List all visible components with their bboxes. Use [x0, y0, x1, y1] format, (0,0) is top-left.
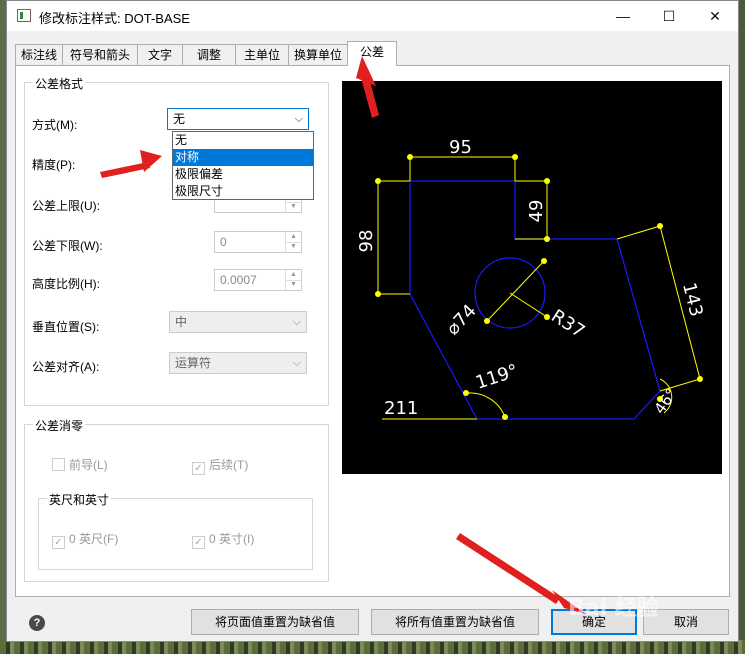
grip-point [697, 376, 703, 382]
alignment-value: 运算符 [175, 356, 212, 370]
dim-text-98: 98 [356, 230, 377, 253]
tolerance-format-title: 公差格式 [33, 75, 86, 92]
lower-limit-value: 0 [220, 235, 227, 249]
zero-feet-checkbox[interactable]: ✓ 0 英尺(F) [52, 530, 118, 549]
method-label: 方式(M): [32, 118, 78, 132]
grip-point [544, 236, 550, 242]
grip-point [657, 223, 663, 229]
spin-down-icon[interactable]: ▼ [285, 202, 301, 212]
tab-fit[interactable]: 调整 [182, 44, 236, 65]
trailing-checkbox[interactable]: ✓ 后续(T) [192, 456, 248, 475]
grip-point [407, 154, 413, 160]
dropdown-option-symmetric[interactable]: 对称 [173, 149, 313, 166]
grip-point [544, 178, 550, 184]
zero-suppression-title: 公差消零 [33, 417, 86, 434]
vertical-position-value: 中 [175, 315, 188, 329]
zero-inches-label: 0 英寸(I) [209, 532, 255, 546]
dim-text-radius: R37 [547, 306, 588, 343]
vertical-position-select[interactable]: 中 ⌵ [169, 311, 307, 333]
spin-down-icon[interactable]: ▼ [285, 280, 301, 290]
method-dropdown-list: 无 对称 极限偏差 极限尺寸 [172, 131, 314, 200]
grip-point [512, 154, 518, 160]
modify-dimension-style-dialog: 修改标注样式: DOT-BASE — ☐ ✕ 标注线 符号和箭头 文字 调整 主… [6, 0, 739, 642]
vertical-position-label: 垂直位置(S): [32, 320, 100, 334]
grip-point [375, 291, 381, 297]
minimize-button[interactable]: — [600, 1, 646, 31]
dropdown-option-none[interactable]: 无 [173, 132, 313, 149]
checkbox-box: ✓ [192, 536, 205, 549]
title-bar: 修改标注样式: DOT-BASE — ☐ ✕ [7, 1, 738, 31]
desktop-background-bottom [0, 640, 745, 654]
dim-text-95: 95 [449, 137, 472, 158]
grip-point [484, 318, 490, 324]
reset-all-button[interactable]: 将所有值重置为缺省值 [371, 609, 539, 635]
method-select[interactable]: 无 ⌵ [167, 108, 309, 130]
dim-text-diameter: ⌀74 [442, 300, 480, 339]
lower-limit-label: 公差下限(W): [32, 239, 103, 253]
chevron-down-icon: ⌵ [292, 357, 301, 369]
trailing-label: 后续(T) [209, 458, 249, 472]
maximize-button[interactable]: ☐ [646, 1, 692, 31]
zero-feet-label: 0 英尺(F) [69, 532, 119, 546]
reset-page-button[interactable]: 将页面值重置为缺省值 [191, 609, 359, 635]
grip-point [541, 258, 547, 264]
checkbox-box: ✓ [52, 536, 65, 549]
diameter-line [486, 260, 545, 322]
alignment-label: 公差对齐(A): [32, 360, 100, 374]
dim-text-angle-46: 46° [651, 385, 681, 417]
height-scale-label: 高度比例(H): [32, 277, 100, 291]
zero-inches-checkbox[interactable]: ✓ 0 英寸(I) [192, 530, 254, 549]
checkbox-box [52, 458, 65, 471]
height-scale-input[interactable]: 0.0007 ▲ ▼ [214, 269, 302, 291]
tab-text[interactable]: 文字 [137, 44, 183, 65]
upper-limit-label: 公差上限(U): [32, 199, 100, 213]
method-value: 无 [173, 112, 186, 126]
dim-text-211: 211 [384, 398, 418, 419]
dropdown-option-limits[interactable]: 极限尺寸 [173, 183, 313, 200]
close-button[interactable]: ✕ [692, 1, 738, 31]
dim-text-49: 49 [526, 200, 547, 223]
radius-line [509, 292, 548, 318]
ext-line [616, 225, 661, 240]
leading-label: 前导(L) [69, 458, 108, 472]
grip-point [463, 390, 469, 396]
preview-canvas: 95 98 49 143 ⌀74 R37 119° 46° 211 [342, 81, 722, 474]
checkbox-box: ✓ [192, 462, 205, 475]
feet-inches-title: 英尺和英寸 [47, 491, 112, 508]
leading-checkbox[interactable]: 前导(L) [52, 456, 108, 473]
grip-point [375, 178, 381, 184]
alignment-select[interactable]: 运算符 ⌵ [169, 352, 307, 374]
lower-limit-input[interactable]: 0 ▲ ▼ [214, 231, 302, 253]
height-scale-value: 0.0007 [220, 273, 257, 287]
help-icon[interactable]: ? [29, 615, 45, 631]
spin-down-icon[interactable]: ▼ [285, 242, 301, 252]
tab-dimension-lines[interactable]: 标注线 [15, 44, 63, 65]
dim-text-angle-119: 119° [473, 360, 521, 393]
tab-symbols-arrows[interactable]: 符号和箭头 [62, 44, 138, 65]
window-title: 修改标注样式: DOT-BASE [39, 11, 190, 26]
grip-point [502, 414, 508, 420]
app-icon [17, 9, 31, 22]
dropdown-option-deviation[interactable]: 极限偏差 [173, 166, 313, 183]
watermark: Bai 经验 [568, 596, 659, 621]
tab-tolerances[interactable]: 公差 [347, 41, 397, 66]
tab-alternate-units[interactable]: 换算单位 [288, 44, 348, 65]
angle-arc-119 [465, 392, 506, 418]
chevron-down-icon: ⌵ [294, 113, 303, 125]
chevron-down-icon: ⌵ [292, 316, 301, 328]
preview-drawing: 95 98 49 143 ⌀74 R37 119° 46° 211 [356, 137, 707, 420]
tab-primary-units[interactable]: 主单位 [235, 44, 289, 65]
precision-label: 精度(P): [32, 158, 76, 172]
